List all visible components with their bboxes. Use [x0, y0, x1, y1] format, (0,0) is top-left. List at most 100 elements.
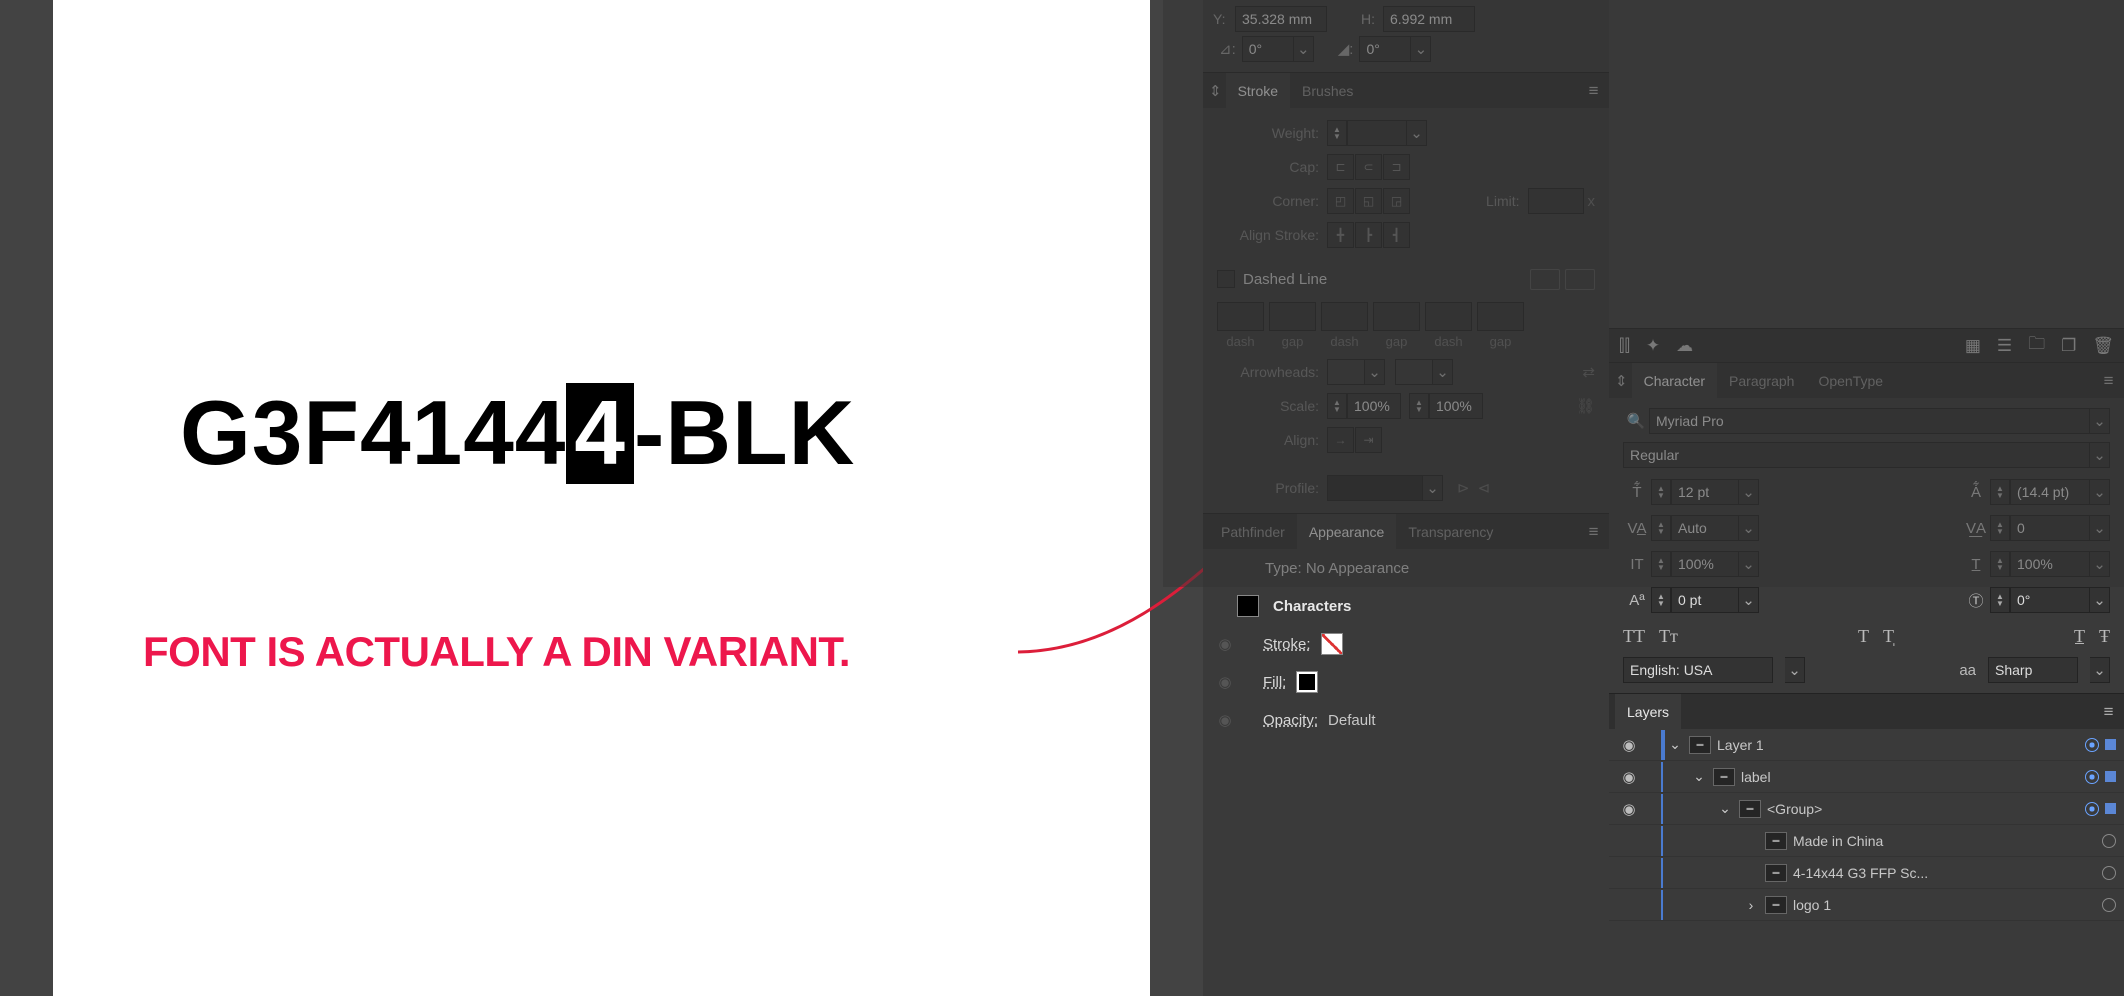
panel-icon-4[interactable]: ❐ — [2061, 336, 2076, 356]
arrow-start-dd[interactable]: ⌄ — [1365, 359, 1385, 385]
tab-character[interactable]: Character — [1632, 363, 1717, 399]
layer-twisty[interactable]: ⌄ — [1667, 736, 1683, 753]
cap-butt[interactable]: ⊏ — [1327, 154, 1354, 180]
vscale-field[interactable]: 100% — [1671, 551, 1739, 577]
layer-name[interactable]: 4-14x44 G3 FFP Sc... — [1793, 865, 2096, 881]
layer-target[interactable] — [2102, 834, 2116, 848]
arrowalign-2[interactable]: ⇥ — [1355, 427, 1382, 453]
dash-align[interactable] — [1565, 269, 1595, 290]
font-family-dropdown[interactable]: ⌄ — [2090, 408, 2110, 434]
artboard[interactable]: G3F41444-BLK FONT IS ACTUALLY A DIN VARI… — [53, 0, 1150, 996]
layer-eye-icon[interactable]: ◉ — [1617, 800, 1641, 818]
align-outside[interactable]: ┫ — [1383, 222, 1410, 248]
fill-row-label[interactable]: Fill: — [1263, 674, 1286, 691]
swap-arrows-icon[interactable]: ⇄ — [1582, 363, 1595, 381]
layer-eye-icon[interactable]: ◉ — [1617, 768, 1641, 786]
charrotate-stepper[interactable] — [1990, 587, 2010, 613]
corner-bevel[interactable]: ◲ — [1383, 188, 1410, 214]
dash3[interactable] — [1425, 302, 1472, 331]
flip-along-icon[interactable]: ⊳ — [1457, 479, 1470, 497]
size-field[interactable]: 12 pt — [1671, 479, 1739, 505]
tab-layers[interactable]: Layers — [1615, 694, 1681, 730]
tab-brushes[interactable]: Brushes — [1290, 73, 1365, 109]
strikethrough-icon[interactable]: Ŧ — [2099, 626, 2110, 647]
corner-round[interactable]: ◱ — [1355, 188, 1382, 214]
scale2-field[interactable]: 100% — [1429, 393, 1483, 419]
appearance-menu-icon[interactable]: ≡ — [1586, 522, 1603, 542]
opacity-row-label[interactable]: Opacity: — [1263, 712, 1318, 729]
scale1-field[interactable]: 100% — [1347, 393, 1401, 419]
layer-row[interactable]: ▬Made in China — [1609, 825, 2124, 857]
share-icon[interactable]: ✦ — [1646, 336, 1660, 356]
weight-field[interactable] — [1347, 120, 1407, 146]
size-stepper[interactable] — [1651, 479, 1671, 505]
profile-dropdown[interactable]: ⌄ — [1423, 475, 1443, 501]
arrow-start[interactable] — [1327, 359, 1365, 385]
trash-icon[interactable]: 🗑 — [2092, 336, 2114, 356]
gap3[interactable] — [1477, 302, 1524, 331]
libraries-icon[interactable]: ⫿⫿ — [1619, 336, 1630, 356]
tab-pathfinder[interactable]: Pathfinder — [1209, 514, 1297, 550]
opacity-eye-icon[interactable]: ◉ — [1213, 711, 1237, 729]
opacity-value[interactable]: Default — [1328, 712, 1376, 729]
stroke-row-label[interactable]: Stroke: — [1263, 636, 1311, 653]
antialias-dropdown[interactable]: ⌄ — [2090, 657, 2110, 683]
link-scale-icon[interactable]: ⛓ — [1576, 397, 1595, 415]
underline-icon[interactable]: T̲ — [2074, 626, 2085, 647]
tab-stroke[interactable]: Stroke — [1226, 73, 1290, 109]
leading-field[interactable]: (14.4 pt) — [2010, 479, 2090, 505]
charrotate-dropdown[interactable]: ⌄ — [2090, 587, 2110, 613]
layer-row[interactable]: ▬4-14x44 G3 FFP Sc... — [1609, 857, 2124, 889]
font-family-field[interactable]: Myriad Pro — [1649, 408, 2090, 434]
leading-stepper[interactable] — [1990, 479, 2010, 505]
stroke-eye-icon[interactable]: ◉ — [1213, 635, 1237, 653]
size-dropdown[interactable]: ⌄ — [1739, 479, 1759, 505]
layer-target[interactable] — [2102, 898, 2116, 912]
kerning-dropdown[interactable]: ⌄ — [1739, 515, 1759, 541]
layer-target[interactable] — [2085, 738, 2099, 752]
panel-icon-3[interactable]: 🗀 — [2028, 331, 2045, 360]
gap1[interactable] — [1269, 302, 1316, 331]
layers-menu-icon[interactable]: ≡ — [2101, 702, 2118, 722]
tab-transparency[interactable]: Transparency — [1396, 514, 1505, 550]
panel-icon-1[interactable]: ▦ — [1965, 336, 1981, 356]
stroke-menu-icon[interactable]: ≡ — [1586, 81, 1603, 101]
allcaps-icon[interactable]: TT — [1623, 626, 1645, 647]
vscale-stepper[interactable] — [1651, 551, 1671, 577]
superscript-icon[interactable]: T — [1858, 626, 1869, 647]
sample-text[interactable]: G3F41444-BLK — [180, 382, 855, 486]
shear-field[interactable]: 0° — [1359, 36, 1411, 62]
fill-eye-icon[interactable]: ◉ — [1213, 673, 1237, 691]
hscale-dropdown[interactable]: ⌄ — [2090, 551, 2110, 577]
baseline-field[interactable]: 0 pt — [1671, 587, 1739, 613]
align-center[interactable]: ╋ — [1327, 222, 1354, 248]
flip-across-icon[interactable]: ⊲ — [1478, 479, 1491, 497]
layer-row[interactable]: ◉⌄▬<Group> — [1609, 793, 2124, 825]
layer-twisty[interactable]: › — [1743, 897, 1759, 913]
dash2[interactable] — [1321, 302, 1368, 331]
baseline-dropdown[interactable]: ⌄ — [1739, 587, 1759, 613]
tracking-stepper[interactable] — [1990, 515, 2010, 541]
layer-row[interactable]: ◉⌄▬Layer 1 — [1609, 729, 2124, 761]
canvas-area[interactable]: G3F41444-BLK FONT IS ACTUALLY A DIN VARI… — [0, 0, 1203, 996]
layer-eye-icon[interactable]: ◉ — [1617, 736, 1641, 754]
rotate-dropdown[interactable]: ⌄ — [1294, 36, 1314, 62]
fill-swatch[interactable] — [1296, 671, 1318, 693]
antialias-field[interactable]: Sharp — [1988, 657, 2078, 683]
character-menu-icon[interactable]: ≡ — [2101, 371, 2118, 391]
dash-preserve[interactable] — [1530, 269, 1560, 290]
characters-row[interactable]: Characters — [1273, 598, 1351, 615]
align-inside[interactable]: ┣ — [1355, 222, 1382, 248]
panel-icon-2[interactable]: ☰ — [1997, 336, 2012, 356]
profile-field[interactable] — [1327, 475, 1423, 501]
charrotate-field[interactable]: 0° — [2010, 587, 2090, 613]
hscale-field[interactable]: 100% — [2010, 551, 2090, 577]
dashed-checkbox[interactable] — [1217, 270, 1235, 288]
scale1-stepper[interactable] — [1327, 393, 1347, 419]
layer-row[interactable]: ›▬logo 1 — [1609, 889, 2124, 921]
language-field[interactable]: English: USA — [1623, 657, 1773, 683]
corner-miter[interactable]: ◰ — [1327, 188, 1354, 214]
rotate-field[interactable]: 0° — [1242, 36, 1294, 62]
kerning-field[interactable]: Auto — [1671, 515, 1739, 541]
tab-opentype[interactable]: OpenType — [1806, 363, 1895, 399]
